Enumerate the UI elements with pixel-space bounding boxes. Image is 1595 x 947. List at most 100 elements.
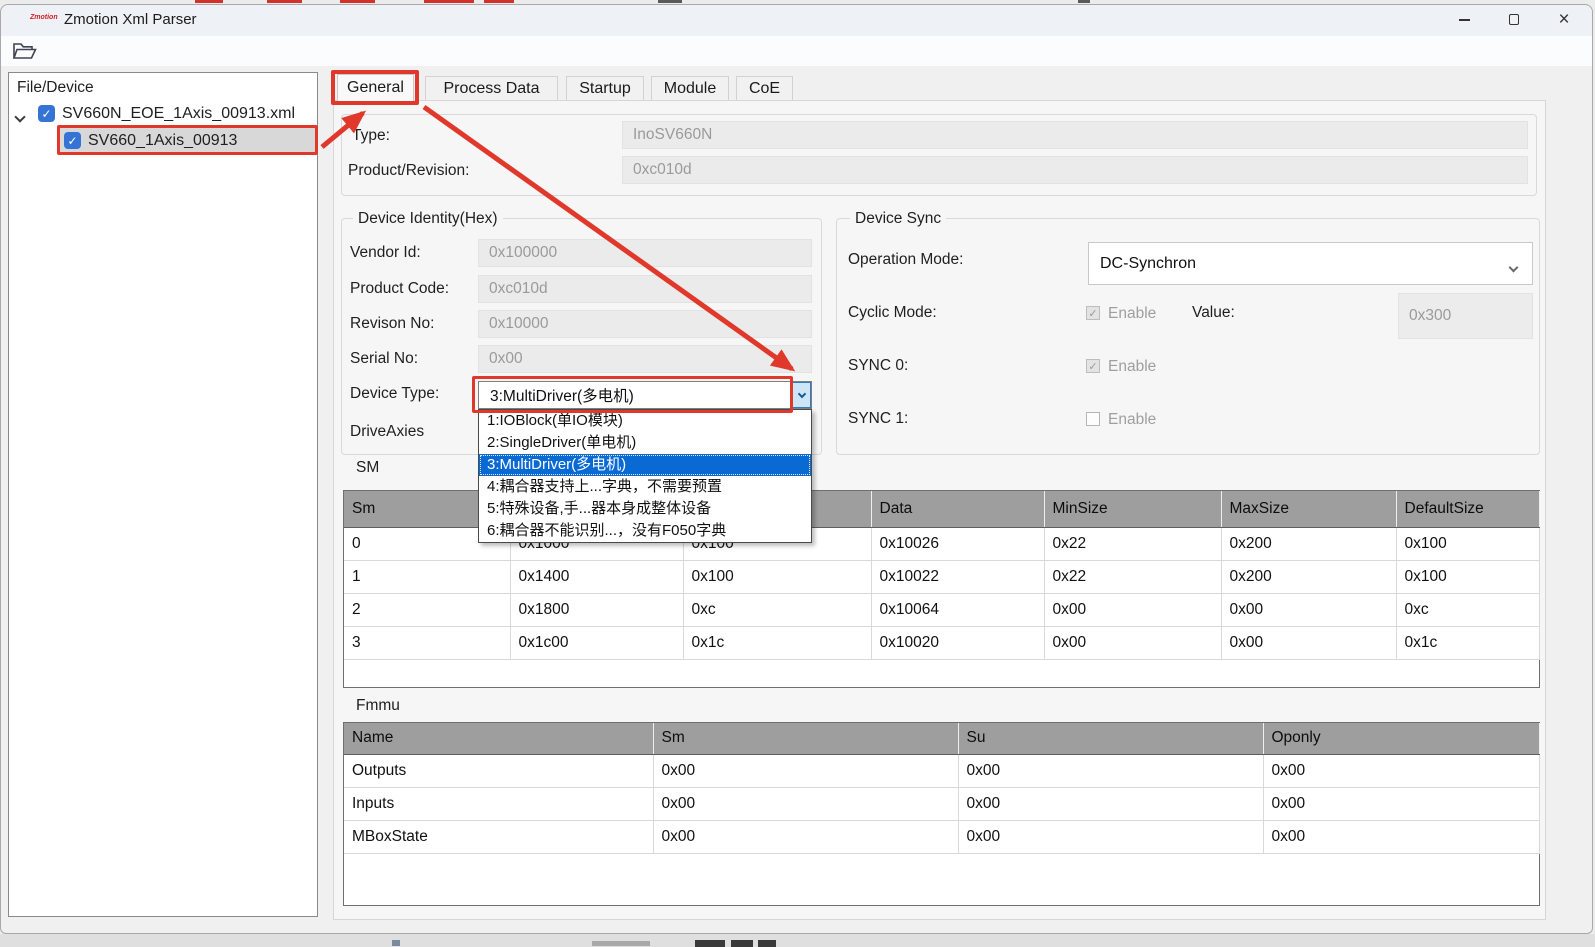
sync0-enable-label: Enable [1108,358,1157,375]
sm-col-header: MaxSize [1221,491,1397,528]
device-sync-title: Device Sync [850,210,947,228]
sync1-label: SYNC 1: [848,410,909,427]
sm-title: SM [351,459,385,477]
fmmu-col-header: Sm [653,723,959,755]
sm-col-header: MinSize [1044,491,1222,528]
sync0-label: SYNC 0: [848,357,909,374]
background-artifact [1078,0,1090,3]
product-revision-label: Product/Revision: [348,162,470,179]
background-artifact [484,0,514,3]
background-artifact [592,941,650,946]
sync1-enable-label: Enable [1108,411,1157,428]
tree-expander-icon[interactable] [14,108,26,126]
cyclic-mode-label: Cyclic Mode: [848,304,937,321]
background-artifact [695,940,725,947]
background-artifact [0,934,1595,947]
tab-coe[interactable]: CoE [736,76,793,101]
table-row[interactable]: 2 0x1800 0xc 0x10064 0x00 0x00 0xc [344,593,1540,627]
cyclic-mode-checkbox: ✓ [1086,306,1100,320]
product-revision-field: 0xc010d [622,156,1528,184]
revison-no-label: Revison No: [350,315,435,332]
sync0-checkbox: ✓ [1086,359,1100,373]
tree-item-device[interactable]: SV660_1Axis_00913 [88,132,237,150]
dropdown-option[interactable]: 4:耦合器支持上...字典，不需要预置 [479,476,811,498]
serial-no-label: Serial No: [350,350,419,367]
background-artifact [340,0,375,3]
background-artifact [195,0,223,3]
fmmu-title: Fmmu [351,697,405,715]
close-button[interactable]: × [1541,4,1587,35]
maximize-button[interactable] [1491,4,1537,35]
sync1-checkbox [1086,412,1100,426]
chevron-down-icon [797,389,806,398]
checkmark-icon: ✓ [41,106,52,121]
type-label: Type: [352,127,390,144]
fmmu-table: Name Sm Su Oponly Outputs 0x00 0x00 0x00 In… [344,723,1540,854]
dropdown-option-selected[interactable]: 3:MultiDriver(多电机) [479,454,811,476]
dropdown-option[interactable]: 2:SingleDriver(单电机) [479,432,811,454]
tab-module[interactable]: Module [651,76,729,101]
value-label: Value: [1192,304,1235,321]
minimize-button[interactable] [1441,4,1487,35]
fmmu-col-header: Su [958,723,1264,755]
background-artifact [758,940,776,947]
background-artifact [424,0,474,3]
checkmark-icon: ✓ [67,133,78,148]
vendor-id-label: Vendor Id: [350,244,421,261]
table-row[interactable]: 1 0x1400 0x100 0x10022 0x22 0x200 0x100 [344,560,1540,594]
table-row[interactable]: MBoxState 0x00 0x00 0x00 [344,820,1540,854]
tree-item-root[interactable]: SV660N_EOE_1Axis_00913.xml [62,105,295,123]
operation-mode-combobox[interactable]: DC-Synchron [1088,242,1533,285]
tree-child-checkbox[interactable]: ✓ [64,132,81,149]
device-type-combobox[interactable]: 3:MultiDriver(多电机) [478,381,812,409]
cyclic-mode-enable-label: Enable [1108,305,1157,322]
tab-startup[interactable]: Startup [566,76,644,101]
product-code-field: 0xc010d [478,275,812,303]
window-title: Zmotion Xml Parser [64,11,197,28]
app-logo-icon: Zmotion [30,14,58,21]
device-identity-title: Device Identity(Hex) [353,210,503,228]
checkmark-icon: ✓ [1088,307,1098,320]
revison-no-field: 0x10000 [478,310,812,338]
table-row[interactable]: 3 0x1c00 0x1c 0x10020 0x00 0x00 0x1c [344,626,1540,660]
device-type-dropdown-list: 1:IOBlock(单IO模块) 2:SingleDriver(单电机) 3:M… [478,409,812,543]
table-row[interactable]: Outputs 0x00 0x00 0x00 [344,754,1540,788]
table-row[interactable]: Inputs 0x00 0x00 0x00 [344,787,1540,821]
file-device-panel [8,72,318,917]
open-file-button[interactable] [12,41,38,62]
background-artifact [658,0,682,3]
product-code-label: Product Code: [350,280,450,297]
tree-header: File/Device [17,79,94,96]
close-icon: × [1558,9,1570,30]
type-field: InoSV660N [622,121,1528,149]
title-bar[interactable] [1,5,1592,36]
sm-col-header: DefaultSize [1396,491,1540,528]
fmmu-col-header: Oponly [1263,723,1540,755]
checkmark-icon: ✓ [1088,360,1098,373]
serial-no-field: 0x00 [478,345,812,373]
dropdown-option[interactable]: 5:特殊设备,手...器本身成整体设备 [479,498,811,520]
background-artifact [731,940,753,947]
fmmu-col-header: Name [344,723,654,755]
sm-col-header: Data [871,491,1045,528]
tab-general[interactable]: General [337,74,414,101]
dropdown-option[interactable]: 6:耦合器不能识别...，没有F050字典 [479,520,811,542]
folder-open-icon [12,43,37,59]
chevron-down-icon [1508,258,1519,276]
screen: Zmotion Zmotion Xml Parser × File/Device… [0,0,1595,947]
toolbar [1,36,1592,66]
minimize-icon [1458,18,1470,21]
device-type-label: Device Type: [350,385,440,402]
vendor-id-field: 0x100000 [478,239,812,267]
fmmu-table-container: Name Sm Su Oponly Outputs 0x00 0x00 0x00 In… [343,722,1540,906]
drive-axies-label: DriveAxies [350,423,425,440]
device-type-dropdown-button[interactable] [792,382,811,408]
value-field: 0x300 [1398,293,1533,339]
operation-mode-label: Operation Mode: [848,251,964,268]
background-artifact [392,940,400,946]
maximize-icon [1509,14,1519,25]
background-artifact [267,0,302,3]
tree-root-checkbox[interactable]: ✓ [38,105,55,122]
tab-process-data[interactable]: Process Data [425,76,558,101]
dropdown-option[interactable]: 1:IOBlock(单IO模块) [479,410,811,432]
